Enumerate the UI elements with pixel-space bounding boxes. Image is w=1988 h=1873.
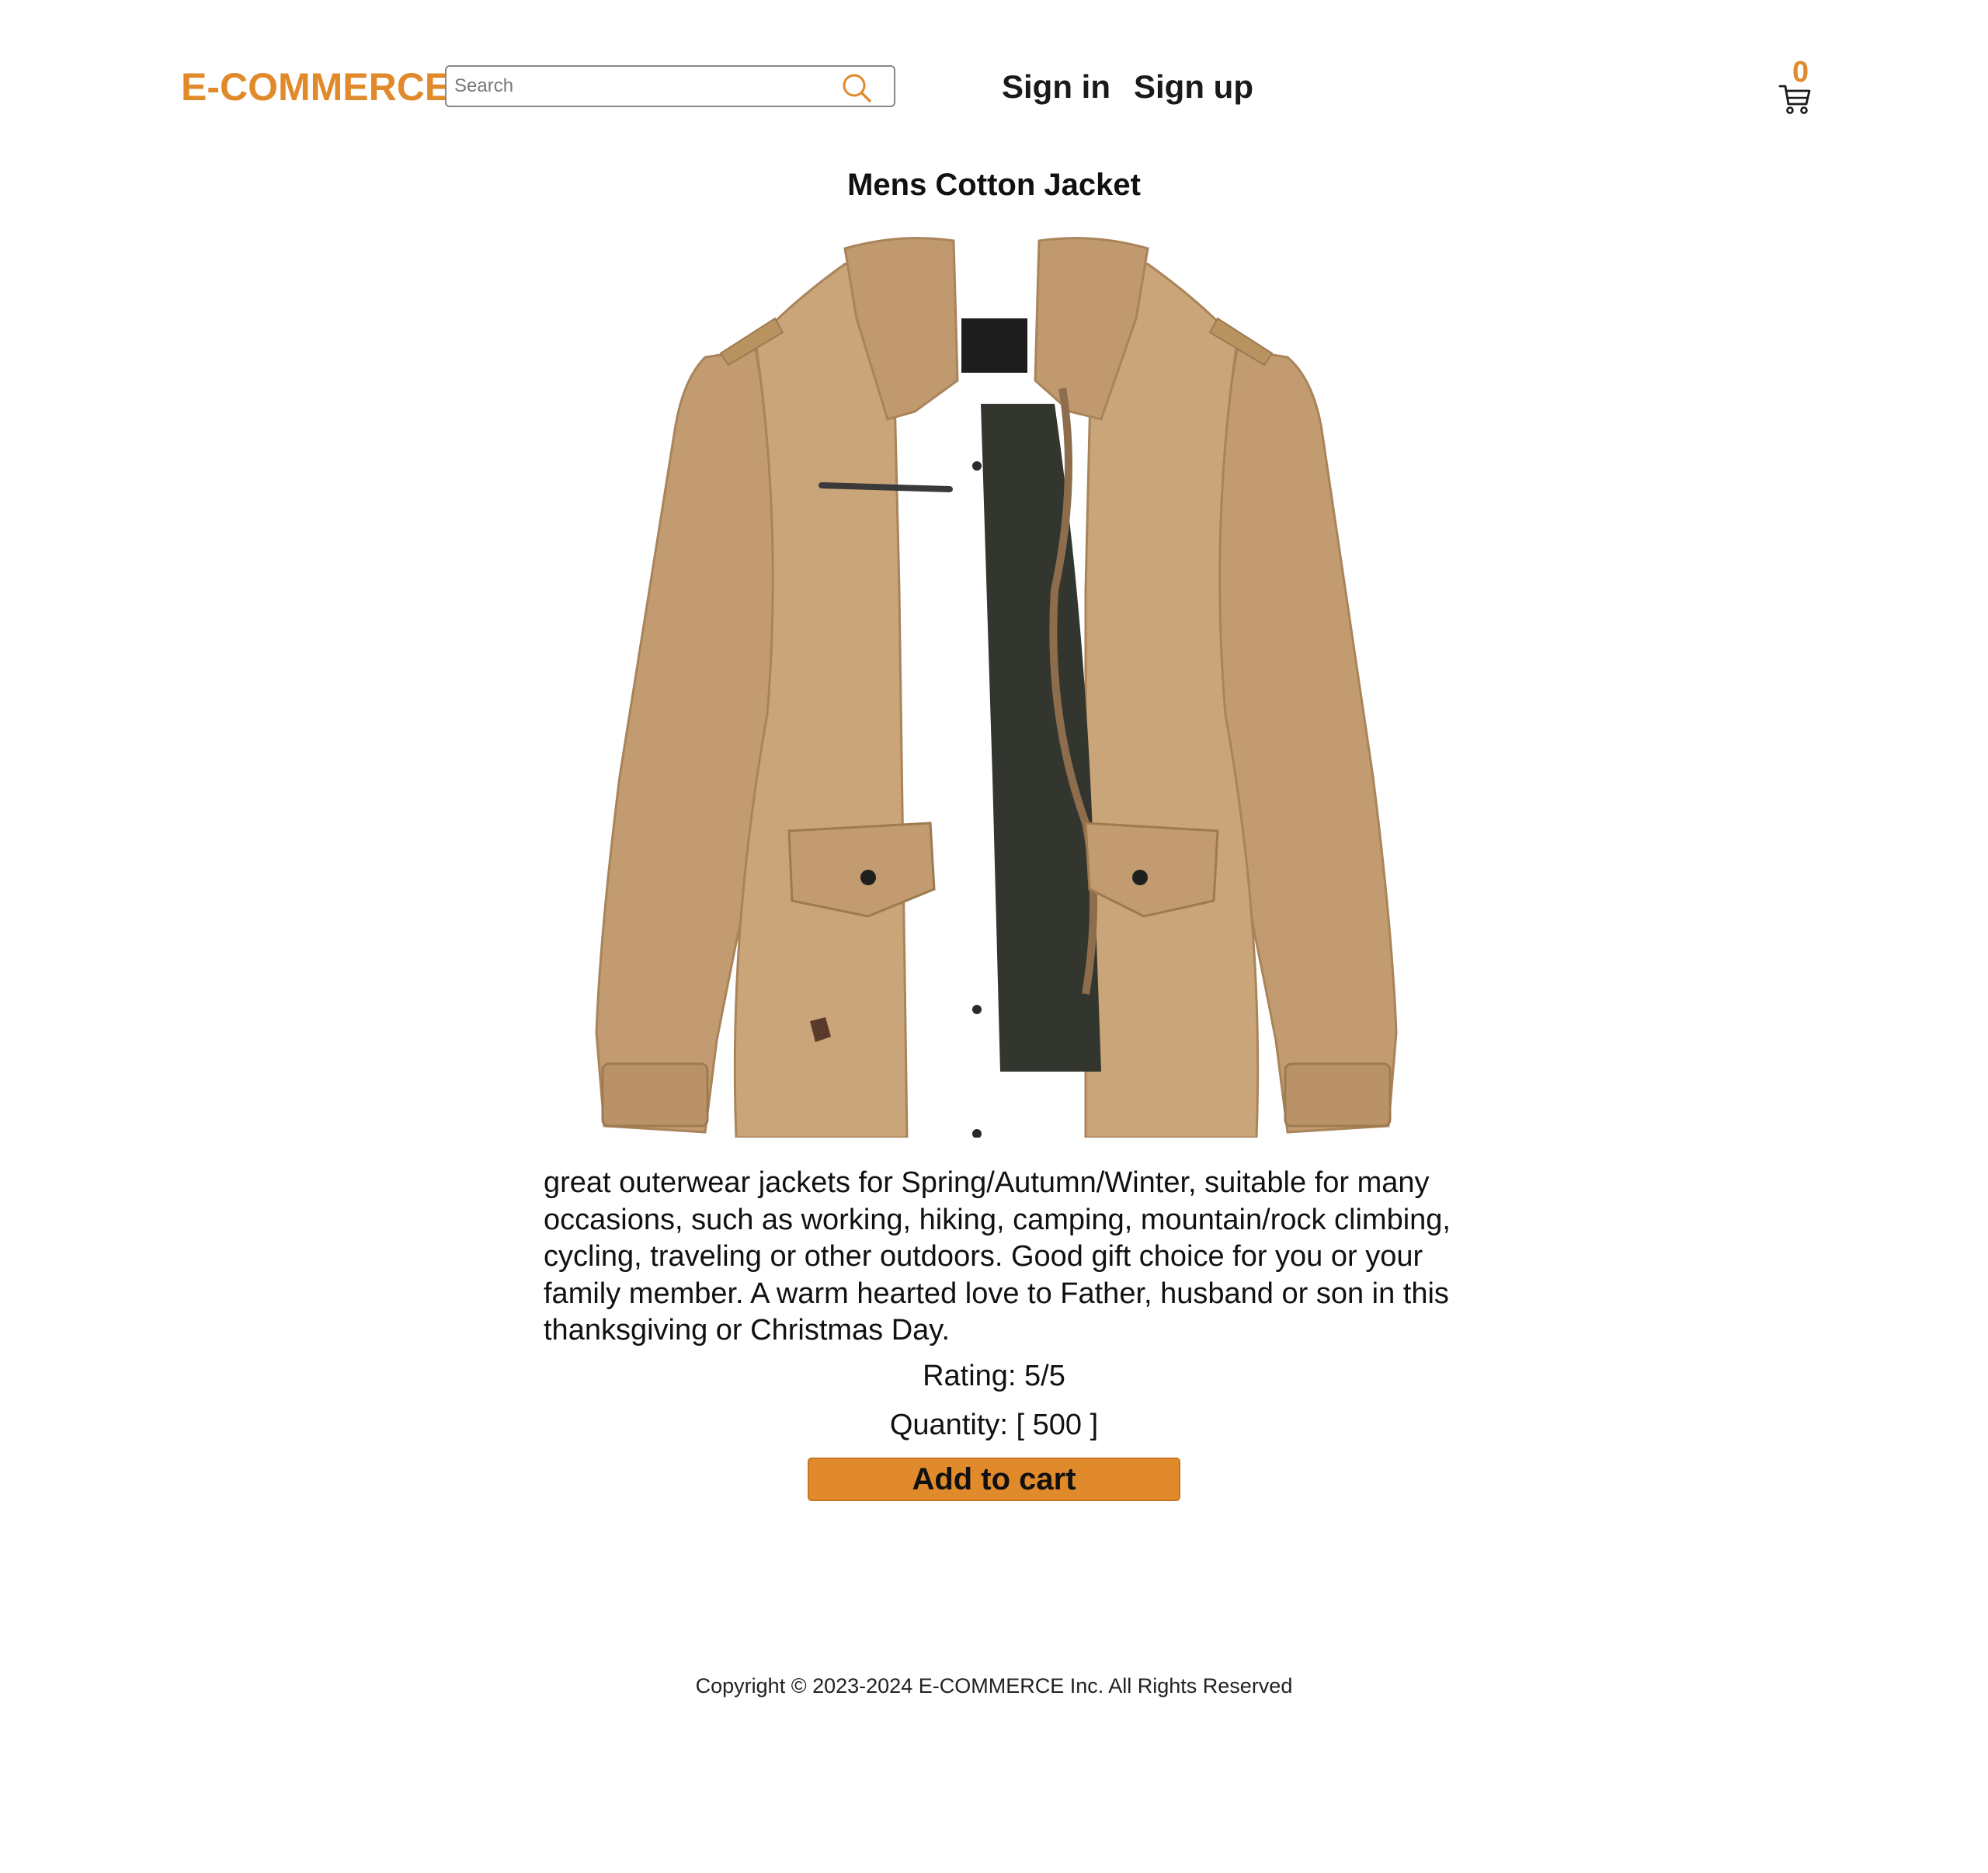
product-rating: Rating: 5/5 [923, 1360, 1065, 1392]
jacket-lining [981, 404, 1101, 1072]
search-input[interactable] [454, 67, 835, 106]
cart-icon [1778, 85, 1811, 114]
sign-up-link[interactable]: Sign up [1134, 65, 1253, 109]
product-quantity: Quantity: [ 500 ] [889, 1409, 1099, 1441]
add-to-cart-button[interactable]: Add to cart [808, 1458, 1180, 1501]
product-image [595, 237, 1398, 1138]
site-header: E-COMMERCE Sign in Sign up 0 [0, 0, 1988, 155]
logo[interactable]: E-COMMERCE [181, 64, 450, 110]
cart-button[interactable]: 0 [1778, 56, 1825, 121]
search-bar[interactable] [445, 65, 895, 107]
product-title: Mens Cotton Jacket [847, 168, 1141, 202]
sign-in-link[interactable]: Sign in [1002, 65, 1110, 109]
footer-copyright: Copyright © 2023-2024 E-COMMERCE Inc. Al… [695, 1674, 1293, 1698]
search-icon[interactable] [840, 71, 873, 104]
product-description: great outerwear jackets for Spring/Autum… [544, 1166, 1451, 1347]
